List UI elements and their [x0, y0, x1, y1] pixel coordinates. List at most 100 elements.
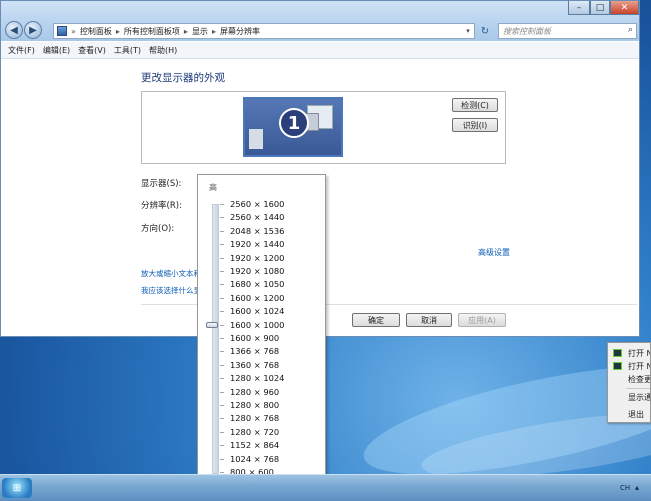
resolution-option[interactable]: 1280 × 1024	[230, 373, 284, 383]
apply-button[interactable]: 应用(A)	[458, 313, 506, 327]
context-menu-item[interactable]: 退出	[628, 409, 644, 420]
slider-tick	[220, 244, 224, 246]
resolution-option[interactable]: 2048 × 1536	[230, 226, 284, 236]
window-thumbnail	[249, 129, 263, 149]
menu-bar: 文件(F) 编辑(E) 查看(V) 工具(T) 帮助(H)	[1, 42, 639, 59]
slider-high-label: 高	[209, 183, 217, 192]
slider-tick	[220, 445, 224, 447]
refresh-icon[interactable]: ↻	[477, 23, 493, 39]
breadcrumb-chevron-icon: »	[71, 26, 76, 36]
resolution-option[interactable]: 1366 × 768	[230, 346, 279, 356]
breadcrumb-item[interactable]: 显示	[192, 26, 208, 37]
cancel-button[interactable]: 取消	[406, 313, 452, 327]
slider-tick	[220, 338, 224, 339]
ok-button[interactable]: 确定	[352, 313, 400, 327]
tray-context-menu: 打开 N 打开 N 检查更 显示通 退出	[607, 342, 651, 423]
advanced-settings-link[interactable]: 高级设置	[478, 247, 510, 258]
resolution-option[interactable]: 1280 × 800	[230, 400, 279, 410]
resolution-option[interactable]: 1360 × 768	[230, 360, 279, 370]
resolution-option[interactable]: 1600 × 1000	[230, 320, 284, 330]
display-label: 显示器(S):	[141, 179, 182, 189]
breadcrumb-item[interactable]: 屏幕分辨率	[220, 26, 260, 37]
orientation-label: 方向(O):	[141, 224, 175, 234]
resolution-option[interactable]: 1024 × 768	[230, 454, 279, 464]
resolution-slider-thumb[interactable]	[206, 321, 218, 328]
forward-button[interactable]: ▶	[24, 21, 42, 39]
resolution-label: 分辨率(R):	[141, 201, 182, 211]
resolution-dropdown-popup[interactable]: 高 2560 × 1600 2560 × 1440 2048 × 1536 1920 …	[197, 174, 326, 500]
monitor-preview[interactable]: 1	[243, 97, 343, 157]
tray-expand-icon[interactable]: ▴	[635, 483, 639, 492]
forward-arrow-icon: ▶	[29, 24, 37, 36]
resolution-option[interactable]: 1280 × 720	[230, 427, 279, 437]
slider-tick	[220, 418, 224, 420]
nvidia-icon	[613, 362, 622, 370]
slider-tick	[220, 311, 224, 313]
search-icon[interactable]: ⌕	[628, 25, 633, 35]
slider-tick	[220, 458, 224, 460]
close-button[interactable]: ✕	[610, 1, 639, 15]
menu-edit[interactable]: 编辑(E)	[43, 45, 70, 56]
resolution-option[interactable]: 1920 × 1440	[230, 239, 284, 249]
resolution-option[interactable]: 1920 × 1080	[230, 266, 284, 276]
menu-view[interactable]: 查看(V)	[78, 45, 106, 56]
language-indicator[interactable]: CH	[620, 484, 630, 492]
monitor-number-badge: 1	[279, 108, 309, 138]
slider-tick	[220, 257, 224, 259]
resolution-option[interactable]: 1600 × 1200	[230, 293, 284, 303]
slider-tick	[220, 364, 224, 366]
resolution-option[interactable]: 1680 × 1050	[230, 279, 284, 289]
identify-button[interactable]: 识别(I)	[452, 118, 498, 132]
page-title: 更改显示器的外观	[141, 72, 225, 84]
slider-tick	[220, 431, 224, 433]
context-menu-item[interactable]: 检查更	[628, 374, 650, 385]
detect-button[interactable]: 检测(C)	[452, 98, 498, 112]
menu-separator	[626, 388, 650, 389]
resolution-option[interactable]: 1280 × 768	[230, 413, 279, 423]
menu-file[interactable]: 文件(F)	[8, 45, 35, 56]
slider-tick	[220, 204, 224, 205]
nvidia-icon	[613, 349, 622, 357]
resolution-option[interactable]: 1600 × 1024	[230, 306, 284, 316]
slider-tick	[220, 217, 224, 219]
windows-logo-icon: ⊞	[12, 482, 22, 494]
resolution-option[interactable]: 2560 × 1600	[230, 199, 284, 209]
context-menu-item[interactable]: 显示通	[628, 392, 650, 403]
resolution-option[interactable]: 1600 × 900	[230, 333, 279, 343]
slider-tick	[220, 271, 224, 272]
slider-tick	[220, 284, 224, 286]
breadcrumb-chevron-icon: ▸	[183, 26, 188, 36]
menu-tools[interactable]: 工具(T)	[114, 45, 141, 56]
resolution-option[interactable]: 2560 × 1440	[230, 212, 284, 222]
title-bar: – □ ✕ ◀ ▶ » 控制面板 ▸ 所有控制面板项 ▸ 显示 ▸ 屏幕分辨率 …	[1, 1, 639, 41]
context-menu-item[interactable]: 打开 N	[628, 361, 650, 372]
slider-tick	[220, 378, 224, 380]
address-bar[interactable]: » 控制面板 ▸ 所有控制面板项 ▸ 显示 ▸ 屏幕分辨率 ▾	[53, 23, 475, 39]
maximize-button[interactable]: □	[590, 1, 610, 15]
start-button[interactable]: ⊞	[2, 478, 32, 498]
resolution-slider-track[interactable]	[212, 204, 219, 474]
context-menu-item[interactable]: 打开 N	[628, 348, 650, 359]
resolution-option[interactable]: 1152 × 864	[230, 440, 279, 450]
back-arrow-icon: ◀	[10, 24, 18, 36]
resolution-option[interactable]: 1920 × 1200	[230, 253, 284, 263]
slider-tick	[220, 230, 224, 232]
address-dropdown-icon[interactable]: ▾	[462, 24, 474, 38]
control-panel-icon	[57, 26, 67, 36]
taskbar: ⊞ CH ▴	[0, 474, 651, 501]
resolution-option[interactable]: 1280 × 960	[230, 387, 279, 397]
search-input[interactable]: 搜索控制面板 ⌕	[498, 23, 637, 39]
breadcrumb-chevron-icon: ▸	[211, 26, 216, 36]
slider-tick	[220, 324, 224, 326]
slider-tick	[220, 391, 224, 393]
search-placeholder: 搜索控制面板	[503, 26, 551, 36]
minimize-button[interactable]: –	[568, 1, 590, 15]
display-help-link[interactable]: 我应该选择什么显	[141, 285, 201, 296]
menu-help[interactable]: 帮助(H)	[149, 45, 177, 56]
text-size-link[interactable]: 放大或缩小文本和	[141, 268, 201, 279]
breadcrumb-item[interactable]: 控制面板	[80, 26, 112, 37]
back-button[interactable]: ◀	[5, 21, 23, 39]
breadcrumb-chevron-icon: ▸	[115, 26, 120, 36]
slider-tick	[220, 472, 224, 473]
breadcrumb-item[interactable]: 所有控制面板项	[124, 26, 180, 37]
